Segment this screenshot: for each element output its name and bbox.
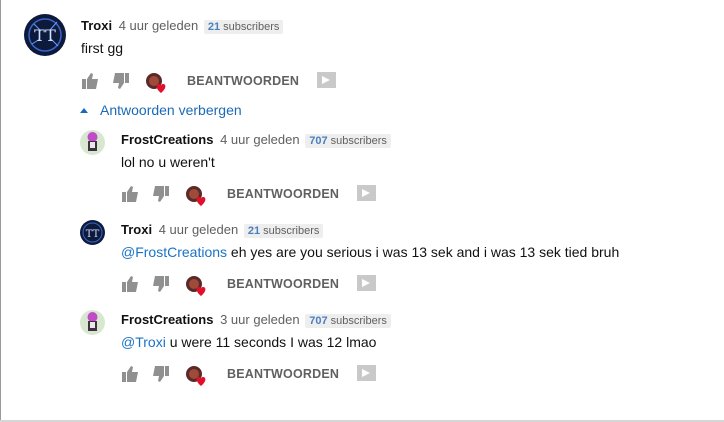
subscriber-badge: 707 subscribers: [305, 314, 391, 328]
comment-header: Troxi 4 uur geleden 21 subscribers: [121, 222, 324, 238]
thumbs-up-icon[interactable]: [121, 365, 139, 383]
subscriber-label: subscribers: [263, 225, 320, 237]
mention-link[interactable]: @Troxi: [121, 334, 166, 350]
subscriber-badge: 21 subscribers: [203, 20, 284, 34]
comment-actions: BEANTWOORDEN: [121, 365, 391, 387]
left-border: [0, 0, 1, 422]
flag-icon[interactable]: [317, 72, 336, 88]
comment-actions: BEANTWOORDEN: [121, 185, 391, 207]
timestamp[interactable]: 3 uur geleden: [220, 312, 300, 327]
subscriber-count: 707: [309, 135, 328, 147]
comment-body: lol no u weren't: [121, 154, 215, 170]
author-name[interactable]: Troxi: [81, 18, 112, 33]
reply-button[interactable]: BEANTWOORDEN: [187, 74, 299, 88]
comment-text: first gg: [81, 40, 123, 56]
thumbs-down-icon[interactable]: [152, 185, 170, 203]
svg-text:TT: TT: [86, 229, 100, 240]
comment-text: @Troxi u were 11 seconds I was 12 lmao: [121, 334, 376, 350]
thumbs-down-icon[interactable]: [152, 365, 170, 383]
comment-actions: BEANTWOORDEN: [81, 72, 351, 94]
subscriber-label: subscribers: [330, 135, 387, 147]
creator-heart-icon[interactable]: [185, 185, 207, 207]
comment-actions: BEANTWOORDEN: [121, 275, 391, 297]
comment-header: FrostCreations 3 uur geleden 707 subscri…: [121, 312, 391, 328]
avatar[interactable]: [80, 130, 105, 155]
timestamp[interactable]: 4 uur geleden: [159, 222, 239, 237]
thumbs-down-icon[interactable]: [152, 275, 170, 293]
subscriber-label: subscribers: [330, 315, 387, 327]
flag-icon[interactable]: [357, 185, 376, 201]
comment-body: first gg: [81, 40, 124, 56]
comment-body: eh yes are you serious i was 13 sek and …: [230, 244, 620, 260]
subscriber-count: 707: [309, 315, 328, 327]
subscriber-count: 21: [247, 225, 261, 237]
thumbs-down-icon[interactable]: [112, 72, 130, 90]
reply-button[interactable]: BEANTWOORDEN: [227, 187, 339, 201]
subscriber-badge: 21 subscribers: [243, 224, 324, 238]
flag-icon[interactable]: [357, 365, 376, 381]
thumbs-up-icon[interactable]: [121, 275, 139, 293]
creator-heart-icon[interactable]: [185, 365, 207, 387]
reply-button[interactable]: BEANTWOORDEN: [227, 367, 339, 381]
comment-body: u were 11 seconds I was 12 lmao: [169, 334, 377, 350]
hide-replies-button[interactable]: Antwoorden verbergen: [80, 102, 242, 118]
timestamp[interactable]: 4 uur geleden: [119, 18, 199, 33]
svg-text:TT: TT: [34, 26, 56, 45]
creator-heart-icon[interactable]: [185, 275, 207, 297]
caret-up-icon: [80, 108, 88, 113]
thumbs-up-icon[interactable]: [81, 72, 99, 90]
timestamp[interactable]: 4 uur geleden: [220, 132, 300, 147]
comment-text: @FrostCreations eh yes are you serious i…: [121, 244, 619, 260]
comment-header: FrostCreations 4 uur geleden 707 subscri…: [121, 132, 391, 148]
author-name[interactable]: Troxi: [121, 222, 152, 237]
avatar[interactable]: TT: [80, 220, 105, 245]
avatar[interactable]: TT: [24, 14, 66, 56]
creator-heart-icon[interactable]: [145, 72, 167, 94]
subscriber-badge: 707 subscribers: [305, 134, 391, 148]
flag-icon[interactable]: [357, 275, 376, 291]
comment-header: Troxi 4 uur geleden 21 subscribers: [81, 18, 284, 34]
author-name[interactable]: FrostCreations: [121, 312, 213, 327]
mention-link[interactable]: @FrostCreations: [121, 244, 227, 260]
thumbs-up-icon[interactable]: [121, 185, 139, 203]
hide-replies-label: Antwoorden verbergen: [100, 102, 242, 118]
avatar[interactable]: [80, 310, 105, 335]
reply-button[interactable]: BEANTWOORDEN: [227, 277, 339, 291]
subscriber-label: subscribers: [223, 21, 280, 33]
comment-text: lol no u weren't: [121, 154, 215, 170]
subscriber-count: 21: [207, 21, 221, 33]
author-name[interactable]: FrostCreations: [121, 132, 213, 147]
